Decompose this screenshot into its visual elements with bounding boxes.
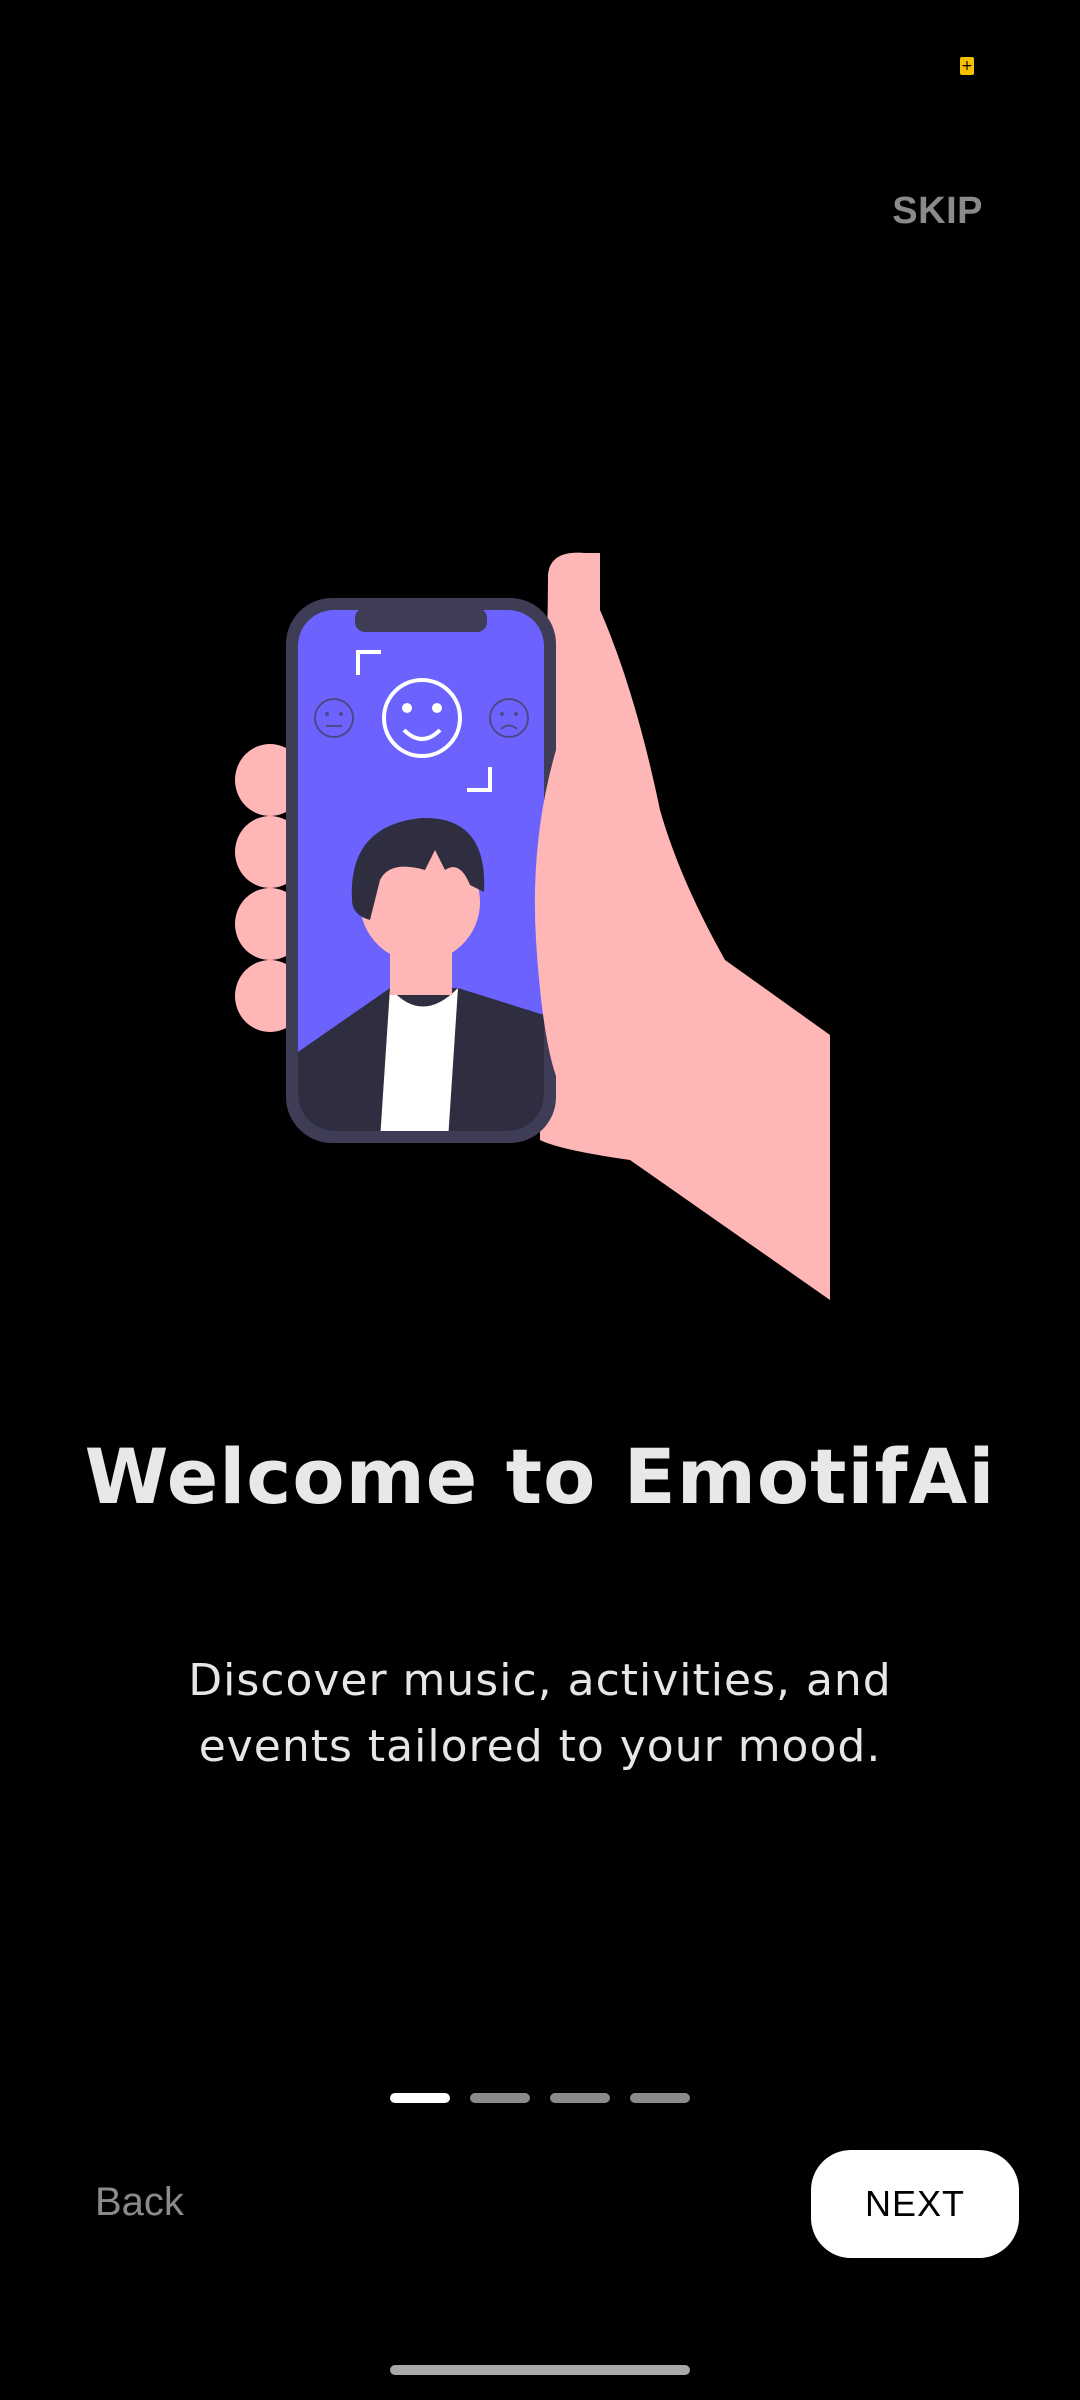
skip-button[interactable]: SKIP (892, 190, 983, 233)
phone-notch (355, 608, 487, 632)
page-indicator-dot-3 (550, 2093, 610, 2103)
battery-saver-icon: + (960, 57, 974, 75)
smiley-eye-right (432, 703, 442, 713)
page-indicator-dot-1 (390, 2093, 450, 2103)
page-indicator (390, 2093, 690, 2103)
next-button[interactable]: NEXT (811, 2150, 1019, 2258)
hand-arm (540, 552, 830, 1300)
phone-selfie-illustration (235, 552, 830, 1300)
smiley-eye-left (402, 703, 412, 713)
welcome-title: Welcome to EmotifAi (84, 1432, 996, 1521)
person-shirt (380, 988, 458, 1131)
page-indicator-dot-2 (470, 2093, 530, 2103)
welcome-subtitle: Discover music, activities, and events t… (188, 1655, 892, 1772)
back-button[interactable]: Back (95, 2180, 184, 2225)
home-indicator[interactable] (390, 2365, 690, 2375)
page-indicator-dot-4 (630, 2093, 690, 2103)
